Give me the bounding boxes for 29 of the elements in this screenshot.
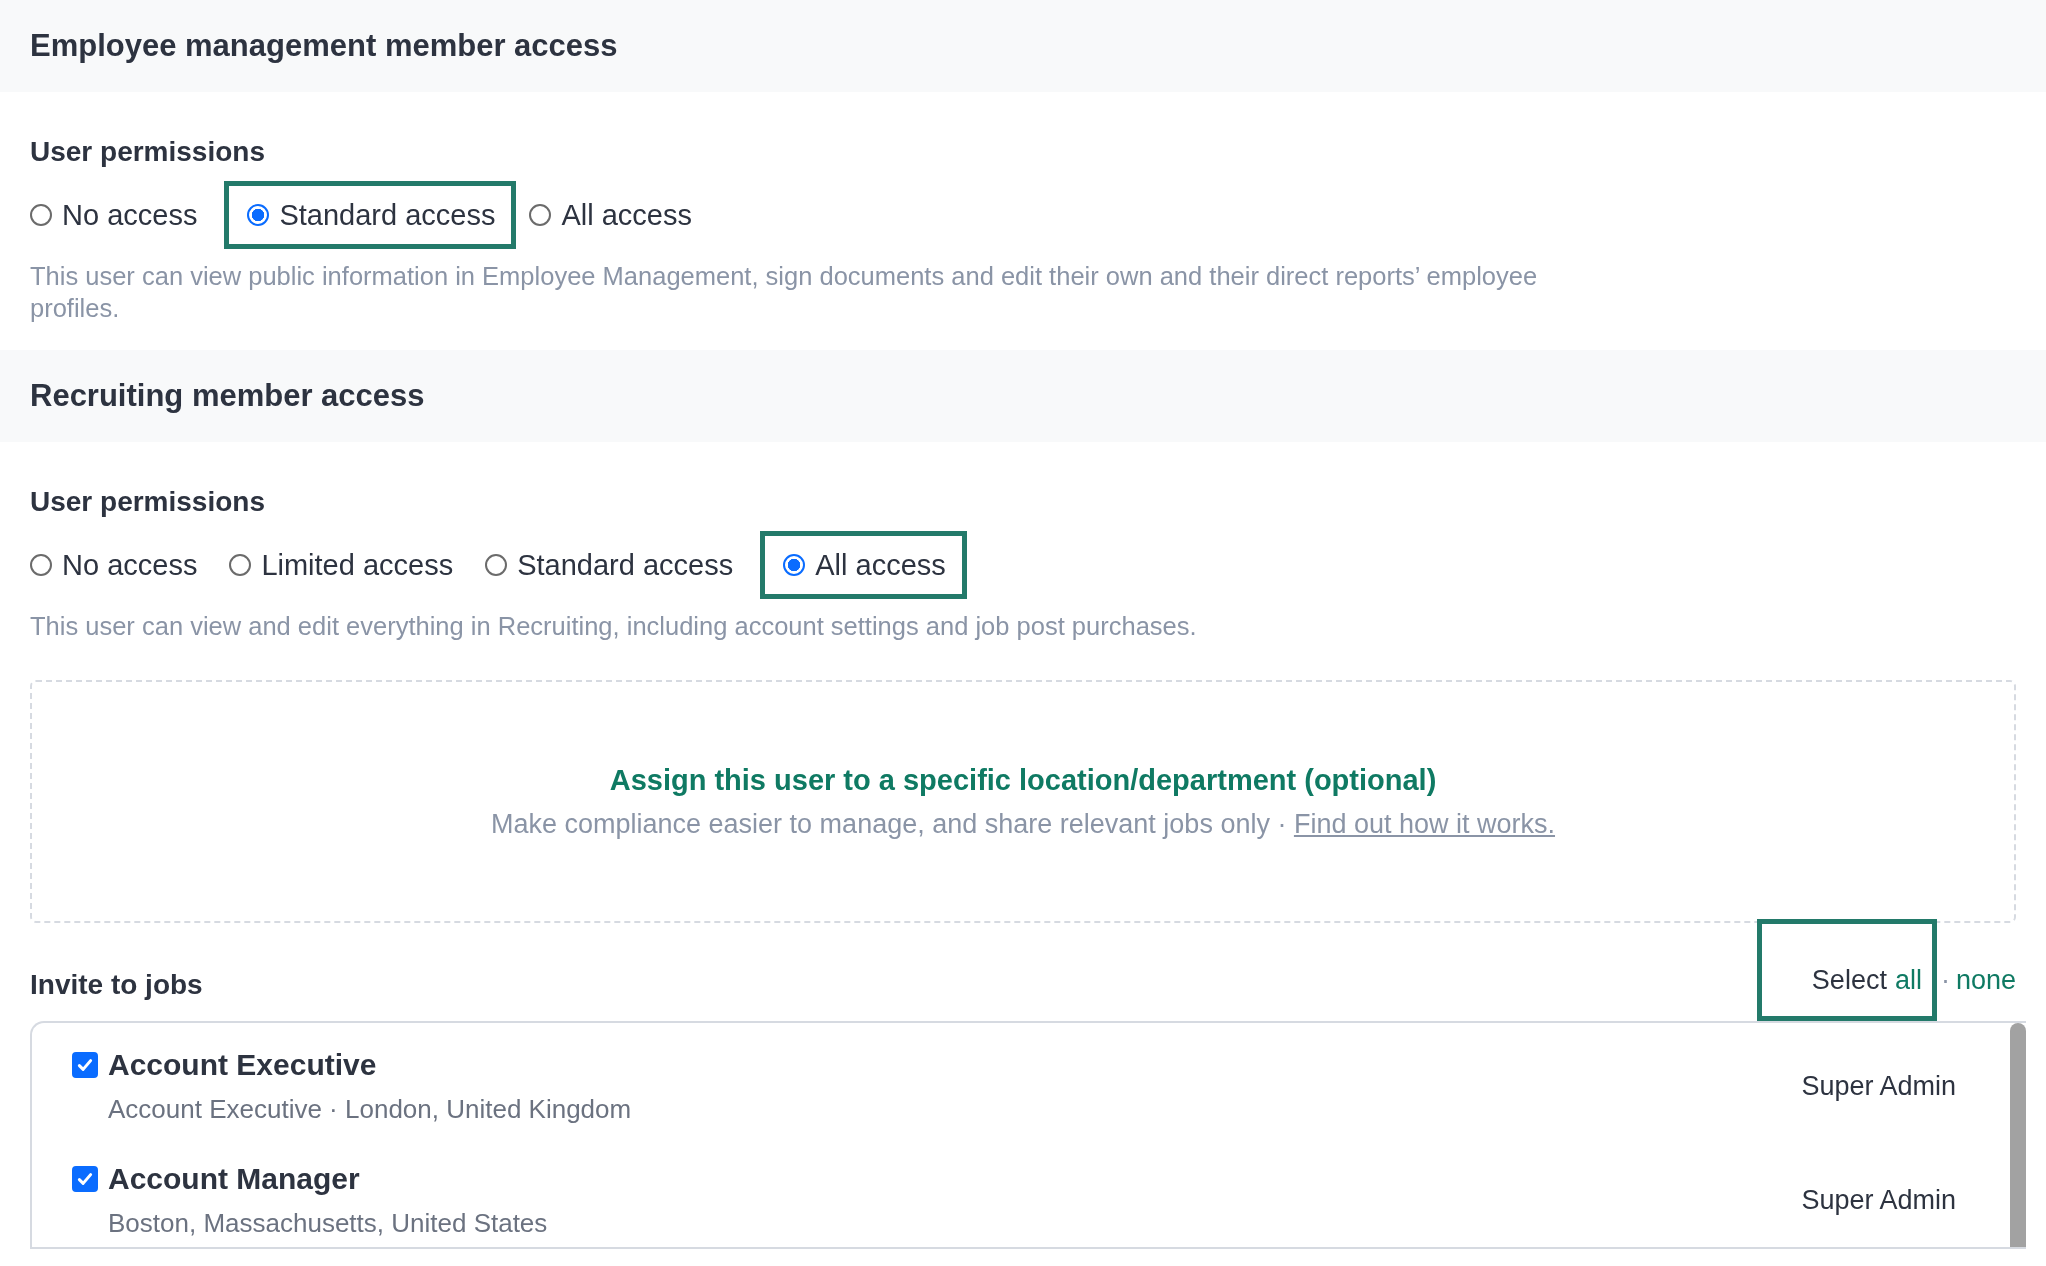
job-subtitle: Boston, Massachusetts, United States bbox=[108, 1207, 548, 1239]
description-text: This user can view and edit everything in Recruiting, including account settings and job post purchases. bbox=[30, 611, 1198, 642]
checkbox[interactable] bbox=[72, 1051, 98, 1078]
radio-option[interactable]: Standard access bbox=[480, 531, 753, 599]
select-all-link[interactable]: all bbox=[1894, 965, 1922, 996]
section-title: Recruiting member access bbox=[30, 378, 425, 414]
job-subtitle: Account Executive · London, United Kingdom bbox=[108, 1093, 632, 1125]
job-title: Account Manager bbox=[108, 1161, 360, 1196]
radio-option[interactable]: No access bbox=[25, 531, 217, 599]
field-label: User permissions bbox=[30, 486, 266, 518]
assign-text: Make compliance easier to manage, and share relevant jobs only · Find out how it works. bbox=[490, 808, 1555, 840]
radio-option[interactable]: No access bbox=[25, 181, 217, 249]
select-label: Select bbox=[1811, 965, 1887, 996]
assign-title: Assign this user to a specific location/department (optional) bbox=[609, 763, 1437, 797]
section-label: Invite to jobs bbox=[30, 969, 203, 1002]
radio-option[interactable]: Limited access bbox=[224, 531, 473, 599]
description-text: This user can view public information in Employee Management, sign documents and edit their own and their direct reports’ employee profiles. bbox=[30, 261, 1539, 324]
role-text: Super Admin bbox=[1801, 1184, 1956, 1216]
section-title: Employee management member access bbox=[30, 28, 618, 64]
job-title: Account Executive bbox=[108, 1047, 377, 1082]
select-none-link[interactable]: none bbox=[1955, 965, 2016, 1021]
separator-dot: · bbox=[1939, 965, 1951, 997]
checkbox[interactable] bbox=[72, 1165, 98, 1192]
radio-option[interactable]: All access bbox=[524, 181, 711, 249]
role-text: Super Admin bbox=[1801, 1070, 1956, 1102]
radio-option[interactable]: All access bbox=[760, 531, 967, 599]
radio-option[interactable]: Standard access bbox=[224, 181, 517, 249]
scrollbar[interactable] bbox=[2010, 1023, 2026, 1247]
field-label: User permissions bbox=[30, 136, 266, 168]
